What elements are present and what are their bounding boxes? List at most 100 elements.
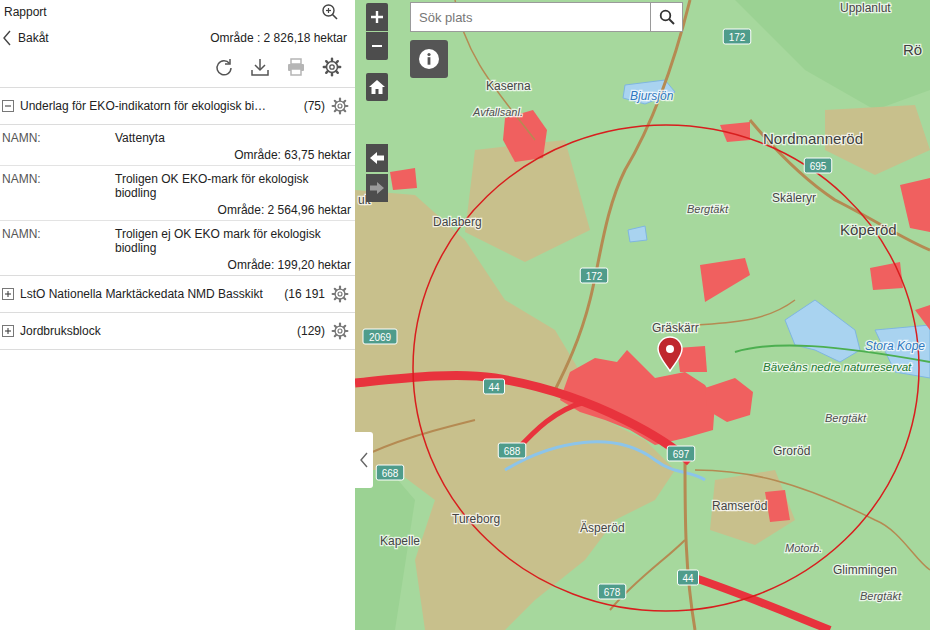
feature-row[interactable]: NAMN:VattenytaOmråde: 63,75 hektar [0, 125, 355, 166]
layer-section: Jordbruksblock(129) [0, 312, 355, 350]
place-label: Glimmingen [833, 563, 897, 577]
expand-icon[interactable] [2, 288, 14, 300]
search-input[interactable] [411, 3, 650, 31]
collapse-icon[interactable] [2, 100, 14, 112]
feature-label: Motorb. [785, 542, 822, 554]
highway [355, 375, 690, 462]
gear-icon[interactable] [331, 97, 349, 115]
settings-button[interactable] [321, 56, 343, 78]
map[interactable]: UpplanlutRöKasernaAvfallsanl.Bjursjön172… [355, 0, 930, 630]
back-label: Bakåt [18, 31, 49, 45]
zoom-in-icon[interactable] [321, 3, 339, 21]
layer-count: (16 191 [284, 287, 325, 301]
layer-header[interactable]: Underlag för EKO-indikatorn för ekologis… [0, 87, 355, 125]
road-number: 695 [810, 161, 827, 172]
place-label: Kapelle [380, 534, 420, 548]
road-number: 172 [586, 271, 603, 282]
search-radius [413, 125, 919, 611]
road-shield: 2069 [363, 329, 397, 344]
back-button[interactable]: Bakåt [2, 30, 49, 46]
print-button[interactable] [285, 56, 307, 78]
map-canvas[interactable]: UpplanlutRöKasernaAvfallsanl.Bjursjön172… [355, 0, 930, 630]
feature-name: Troligen OK EKO-mark för ekologisk biodl… [115, 172, 351, 200]
road-number: 688 [504, 446, 521, 457]
road-number: 678 [604, 587, 621, 598]
road-shield: 172 [580, 268, 608, 283]
search-icon [659, 9, 675, 25]
lake [628, 226, 647, 242]
feature-label: Avfallsanl. [472, 106, 523, 118]
road-shield: 668 [376, 465, 404, 480]
gear-icon [322, 57, 342, 77]
info-icon [418, 48, 440, 70]
roads [355, 0, 930, 630]
extent-navigation [366, 144, 388, 202]
refresh-button[interactable] [213, 56, 235, 78]
report-panel: Rapport BakåtOmråde : 2 826,18 hektar Unde… [0, 0, 355, 630]
gear-icon[interactable] [331, 322, 349, 340]
zoom-control [366, 3, 388, 60]
plus-icon [370, 10, 384, 24]
road-shield: 44 [484, 379, 505, 394]
feature-label: NAMN: [2, 172, 115, 200]
previous-extent-button[interactable] [366, 144, 388, 172]
collapse-panel-button[interactable] [355, 432, 373, 488]
feature-label: NAMN: [2, 227, 115, 255]
water-label: Bjursjön [630, 89, 674, 103]
nature-label: Bäveåns nedre naturreservat [763, 361, 912, 373]
download-button[interactable] [249, 56, 271, 78]
print-icon [286, 57, 306, 77]
arrow-left-icon [369, 151, 385, 165]
layer-header[interactable]: LstO Nationella Marktäckedata NMD Basski… [0, 275, 355, 313]
layer-title: Underlag för EKO-indikatorn för ekologis… [20, 99, 298, 113]
feature-label: Bergtäkt [825, 412, 867, 424]
layer-header[interactable]: Jordbruksblock(129) [0, 312, 355, 350]
home-button[interactable] [366, 73, 388, 101]
place-label: Groröd [773, 444, 810, 458]
layer-section: Underlag för EKO-indikatorn för ekologis… [0, 87, 355, 276]
road-number: 697 [673, 449, 690, 460]
feature-area: Område: 2 564,96 hektar [2, 203, 351, 217]
search-button[interactable] [650, 3, 682, 31]
chevron-left-icon [2, 30, 12, 46]
road-shield: 678 [598, 584, 626, 599]
road-shield: 44 [678, 570, 699, 585]
road-shield: 172 [723, 29, 751, 44]
layer-count: (75) [304, 99, 325, 113]
place-label: Kaserna [486, 79, 531, 93]
download-icon [250, 57, 270, 77]
arrow-right-icon [369, 181, 385, 195]
info-button[interactable] [410, 40, 448, 78]
toolbar [0, 50, 355, 88]
road-number: 668 [382, 468, 399, 479]
road-number: 172 [729, 32, 746, 43]
expand-icon[interactable] [2, 325, 14, 337]
layer-title: LstO Nationella Marktäckedata NMD Basski… [20, 287, 278, 301]
lake [785, 300, 860, 362]
road-number: 2069 [369, 332, 392, 343]
feature-label: NAMN: [2, 131, 115, 145]
location-pin-icon[interactable] [658, 337, 682, 371]
urban-area [710, 470, 795, 545]
next-extent-button[interactable] [366, 174, 388, 202]
layer-section: LstO Nationella Marktäckedata NMD Basski… [0, 275, 355, 313]
feature-row[interactable]: NAMN:Troligen ej OK EKO mark för ekologi… [0, 221, 355, 276]
road-shield: 695 [804, 158, 832, 173]
place-label: Skäleryr [772, 191, 816, 205]
place-label: Gräskärr [652, 321, 699, 335]
road-shield: 697 [667, 446, 695, 461]
feature-row[interactable]: NAMN:Troligen OK EKO-mark för ekologisk … [0, 166, 355, 221]
minus-icon [370, 39, 384, 53]
water-label: Stora Kope [865, 339, 925, 353]
chevron-left-icon [359, 452, 369, 468]
app: Rapport BakåtOmråde : 2 826,18 hektar Unde… [0, 0, 930, 630]
panel-title: Rapport [4, 5, 47, 19]
feature-area: Område: 63,75 hektar [2, 148, 351, 162]
gear-icon[interactable] [331, 285, 349, 303]
zoom-out-button[interactable] [366, 32, 388, 60]
refresh-icon [214, 57, 234, 77]
road-shield: 688 [498, 443, 526, 458]
back-row: BakåtOmråde : 2 826,18 hektar [0, 24, 355, 50]
zoom-in-button[interactable] [366, 3, 388, 31]
panel-header: Rapport [0, 0, 355, 24]
